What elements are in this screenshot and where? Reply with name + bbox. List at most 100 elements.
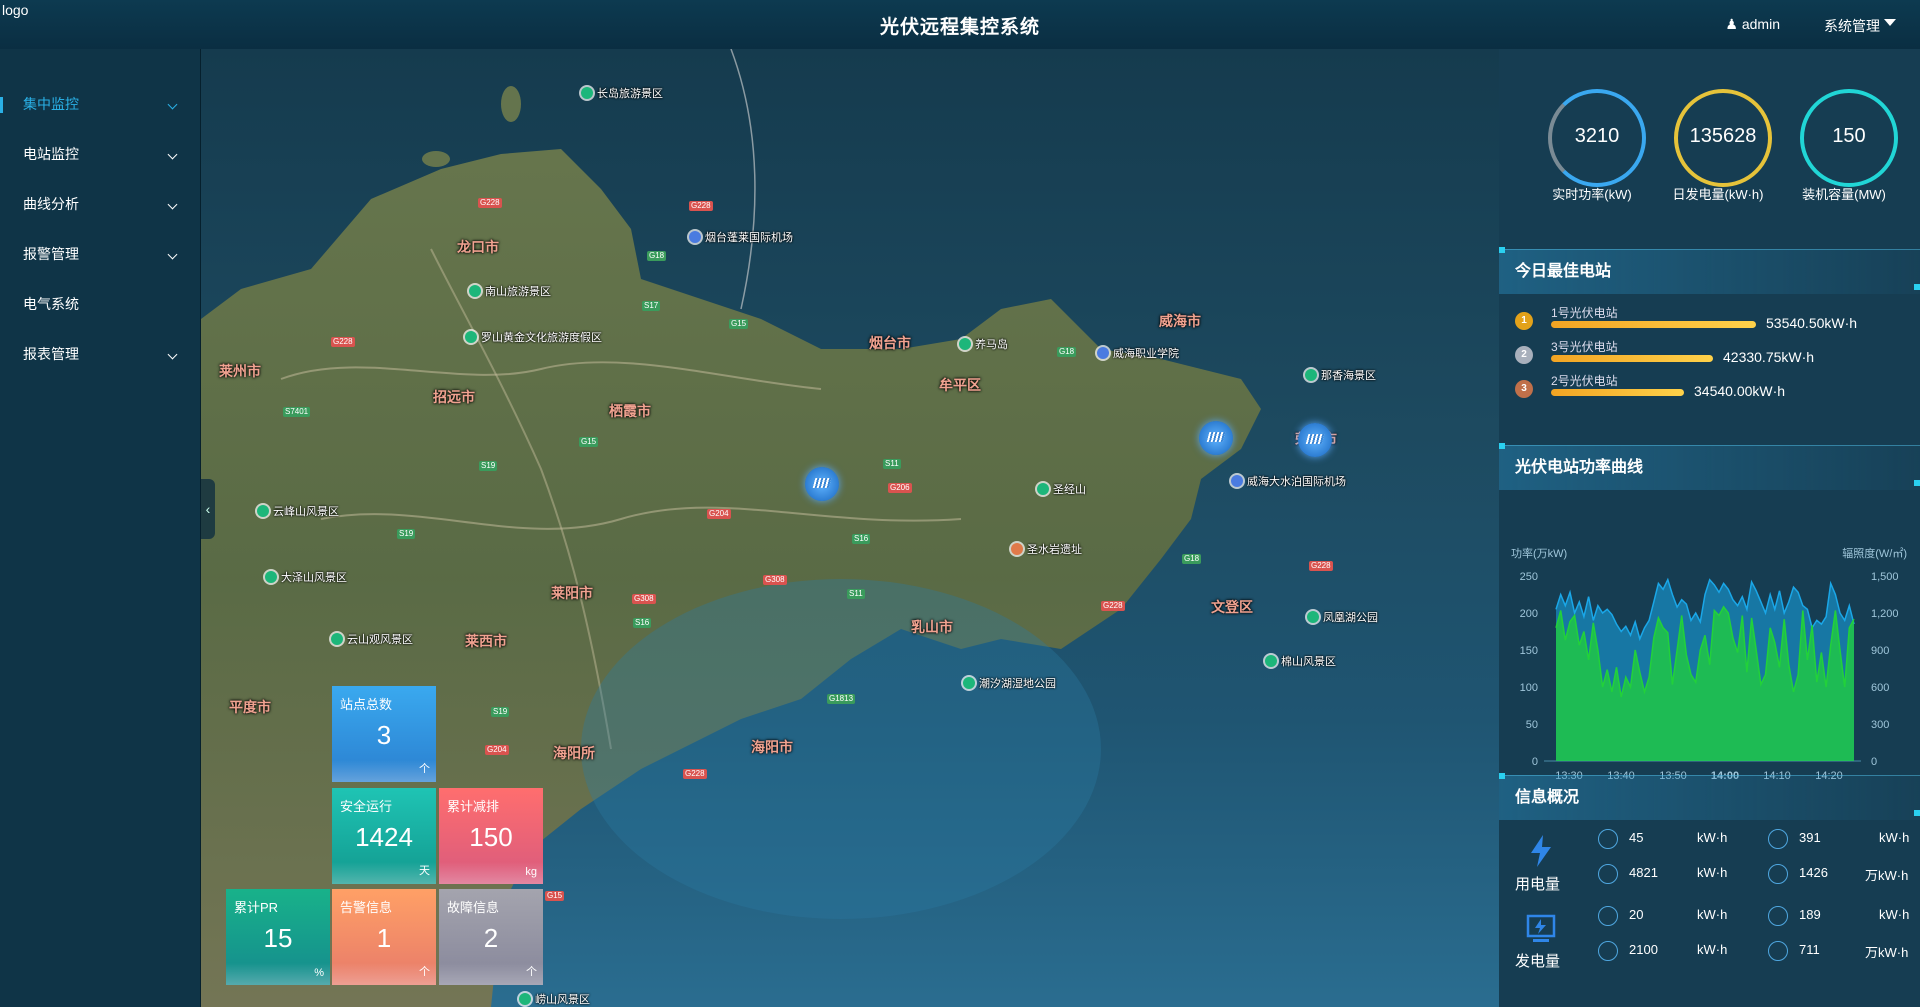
road-shield: G15 xyxy=(579,437,599,447)
map-poi[interactable]: 罗山黄金文化旅游度假区 xyxy=(465,329,602,345)
map-poi[interactable]: 威海职业学院 xyxy=(1097,345,1179,361)
meter-icon xyxy=(1598,864,1618,884)
right-panel: 3210 实时功率(kW) 135628 日发电量(kW·h) 150 装机容量… xyxy=(1499,49,1920,1007)
tile-emission-reduction[interactable]: 累计减排 150 kg xyxy=(439,788,543,884)
solar-station-marker[interactable] xyxy=(1298,423,1332,457)
map-city-label: 牟平区 xyxy=(939,377,981,393)
usage-unit: 万kW·h xyxy=(1865,868,1909,883)
map-city-label: 海阳市 xyxy=(751,739,793,755)
map-city-label: 莱西市 xyxy=(465,633,507,649)
section-title: 信息概况 xyxy=(1515,789,1580,806)
y-axis-title: 功率(万kW) xyxy=(1511,546,1567,560)
sidebar-item-label: 报警管理 xyxy=(23,246,79,262)
map-poi[interactable]: 崂山风景区 xyxy=(519,991,590,1007)
y2-tick-label: 0 xyxy=(1871,756,1877,768)
y2-tick-label: 600 xyxy=(1871,682,1889,694)
map-poi[interactable]: 那香海景区 xyxy=(1305,367,1376,383)
user-menu[interactable]: ♟ admin xyxy=(1725,16,1780,33)
sidebar-item-station-monitor[interactable]: 电站监控 xyxy=(0,129,200,179)
rank-station-name: 3号光伏电站 xyxy=(1551,340,1618,354)
map-poi[interactable]: 棉山风景区 xyxy=(1265,653,1336,669)
y2-axis-title: 辐照度(W/㎡) xyxy=(1842,546,1907,560)
map-city-label: 乳山市 xyxy=(911,619,953,635)
top-bar: logo 光伏远程集控系统 ♟ admin 系统管理 xyxy=(0,0,1920,50)
y-tick-label: 0 xyxy=(1532,756,1538,768)
section-title: 光伏电站功率曲线 xyxy=(1515,459,1644,476)
sidebar: 集中监控 电站监控 曲线分析 报警管理 电气系统 报表管理 xyxy=(0,49,201,1007)
map-poi[interactable]: 养马岛 xyxy=(959,336,1008,352)
tile-station-count[interactable]: 站点总数 3 个 xyxy=(332,686,436,782)
usage-value: 4821 xyxy=(1629,865,1658,880)
tile-label: 告警信息 xyxy=(340,900,393,915)
tile-fault-info[interactable]: 故障信息 2 个 xyxy=(439,889,543,985)
tile-label: 故障信息 xyxy=(447,900,500,915)
school-pin-icon xyxy=(1097,347,1109,359)
user-icon: ♟ xyxy=(1725,16,1738,32)
medal-gold-icon: 1 xyxy=(1515,312,1533,330)
map-city-label: 海阳所 xyxy=(553,745,595,761)
map-poi[interactable]: 圣经山 xyxy=(1037,481,1086,497)
map-poi[interactable]: 大泽山风景区 xyxy=(265,569,347,585)
sidebar-item-central-monitor[interactable]: 集中监控 xyxy=(0,79,200,129)
map-poi[interactable]: 威海大水泊国际机场 xyxy=(1231,473,1346,489)
map-poi[interactable]: 长岛旅游景区 xyxy=(581,85,663,101)
map-city-label: 平度市 xyxy=(229,699,271,715)
map-poi[interactable]: 南山旅游景区 xyxy=(469,283,551,299)
solar-station-marker[interactable] xyxy=(805,467,839,501)
map-poi[interactable]: 云峰山风景区 xyxy=(257,503,339,519)
usage-value: 1426 xyxy=(1799,865,1828,880)
scenic-pin-icon xyxy=(959,338,971,350)
sidebar-item-curve-analysis[interactable]: 曲线分析 xyxy=(0,179,200,229)
map-poi[interactable]: 圣水岩遗址 xyxy=(1011,541,1082,557)
caret-down-icon[interactable] xyxy=(1884,19,1896,26)
sidebar-item-report-management[interactable]: 报表管理 xyxy=(0,329,200,379)
road-shield: G15 xyxy=(545,891,565,901)
tile-label: 累计减排 xyxy=(447,799,500,814)
road-shield: G228 xyxy=(683,769,707,779)
rank-station-name: 2号光伏电站 xyxy=(1551,374,1618,388)
sidebar-item-label: 电气系统 xyxy=(23,296,79,312)
map-poi[interactable]: 潮汐湖湿地公园 xyxy=(963,675,1056,691)
tile-value: 15 xyxy=(263,923,293,953)
scenic-pin-icon xyxy=(581,87,593,99)
tile-alarm-info[interactable]: 告警信息 1 个 xyxy=(332,889,436,985)
tile-label: 站点总数 xyxy=(340,697,393,712)
y-tick-label: 250 xyxy=(1520,571,1538,583)
chevron-down-icon xyxy=(167,199,178,210)
tile-safe-run-days[interactable]: 安全运行 1424 天 xyxy=(332,788,436,884)
satellite-map[interactable]: ‹ 长岛旅游景区 烟台蓬莱国际机场 南山旅游景区 罗山黄金文化旅游度假区 养马岛… xyxy=(201,49,1499,1007)
road-shield: S7401 xyxy=(283,407,311,417)
solar-station-marker[interactable] xyxy=(1199,421,1233,455)
sidebar-item-electrical-system[interactable]: 电气系统 xyxy=(0,279,200,329)
collapse-sidebar-toggle[interactable]: ‹ xyxy=(201,479,215,539)
usage-value: 391 xyxy=(1799,830,1821,845)
road-shield: G1813 xyxy=(827,694,856,704)
sidebar-item-label: 电站监控 xyxy=(23,146,79,162)
system-menu-button[interactable]: 系统管理 xyxy=(1824,16,1880,36)
map-poi[interactable]: 烟台蓬莱国际机场 xyxy=(689,229,793,245)
scenic-pin-icon xyxy=(1307,611,1319,623)
map-poi[interactable]: 凤凰湖公园 xyxy=(1307,609,1378,625)
power-curve-chart[interactable]: 功率(万kW) 辐照度(W/㎡) 250 1,500 200 1,200 150 900 100… xyxy=(1499,494,1920,784)
medal-silver-icon: 2 xyxy=(1515,346,1533,364)
usage-unit: kW·h xyxy=(1879,830,1910,845)
meter-icon xyxy=(1598,829,1618,849)
sidebar-item-alarm-management[interactable]: 报警管理 xyxy=(0,229,200,279)
map-poi[interactable]: 云山观风景区 xyxy=(331,631,413,647)
rank-value: 42330.75kW·h xyxy=(1723,349,1815,365)
rank-row[interactable]: 2 3号光伏电站 42330.75kW·h xyxy=(1499,338,1920,372)
rank-row[interactable]: 1 1号光伏电站 53540.50kW·h xyxy=(1499,304,1920,338)
usage-label: 用电量 xyxy=(1515,876,1561,893)
map-city-label: 威海市 xyxy=(1159,313,1201,329)
power-curve-header: 光伏电站功率曲线 xyxy=(1499,443,1920,490)
generation-unit: kW·h xyxy=(1697,942,1728,957)
chevron-down-icon xyxy=(167,149,178,160)
kpi-label: 装机容量(MW) xyxy=(1802,187,1886,202)
tile-value: 1 xyxy=(376,923,392,953)
generation-unit: 万kW·h xyxy=(1865,945,1909,960)
rank-row[interactable]: 3 2号光伏电站 34540.00kW·h xyxy=(1499,372,1920,406)
best-station-header: 今日最佳电站 xyxy=(1499,247,1920,294)
meter-icon xyxy=(1768,941,1788,961)
road-shield: G18 xyxy=(647,251,667,261)
tile-cumulative-pr[interactable]: 累计PR 15 % xyxy=(226,889,330,985)
